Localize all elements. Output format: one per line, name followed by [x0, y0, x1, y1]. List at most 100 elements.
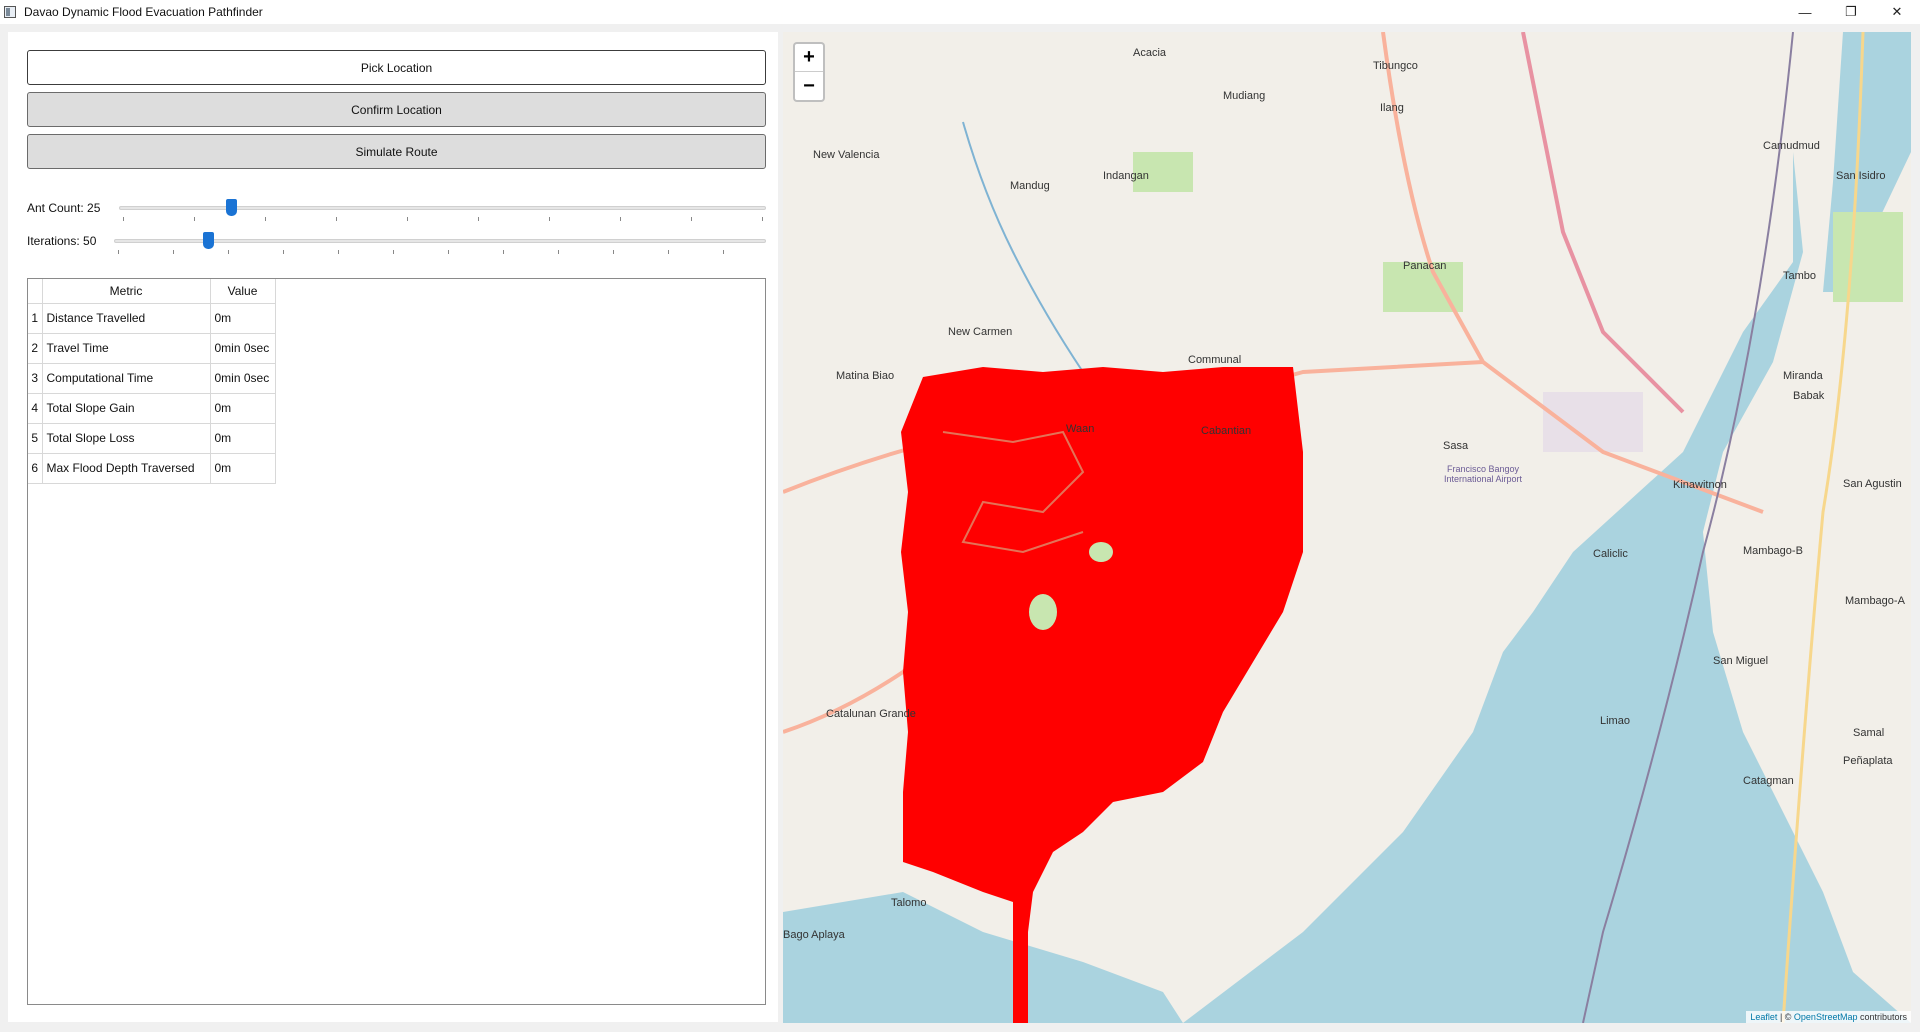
control-panel: Pick Location Confirm Location Simulate … [8, 32, 778, 1022]
table-row[interactable]: 1 Distance Travelled 0m [28, 303, 276, 334]
map-label: Talomo [891, 897, 927, 909]
map-label: Mambago-A [1845, 595, 1905, 607]
iterations-slider-handle[interactable] [203, 232, 214, 249]
tick [407, 217, 408, 221]
column-header-value[interactable]: Value [210, 279, 276, 304]
map-attribution: Leaflet | © OpenStreetMap contributors [1746, 1011, 1911, 1023]
map-label: Matina Biao [836, 370, 895, 382]
map-label: Bago Aplaya [783, 929, 845, 941]
table-row[interactable]: 2 Travel Time 0min 0sec [28, 333, 276, 364]
value-cell[interactable]: 0m [210, 393, 276, 424]
pick-location-button[interactable]: Pick Location [27, 50, 766, 85]
tick [283, 250, 284, 254]
map-label: Mandug [1010, 180, 1050, 192]
map-label: Kinawitnon [1673, 479, 1727, 491]
tick [613, 250, 614, 254]
column-header-metric[interactable]: Metric [42, 279, 211, 304]
metrics-table-container[interactable]: Metric Value 1 Distance Travelled 0m 2 T… [27, 278, 766, 1005]
map-label: Ilang [1380, 102, 1404, 114]
map-label: Camudmud [1763, 140, 1820, 152]
attribution-separator: | © [1777, 1012, 1794, 1022]
value-cell[interactable]: 0m [210, 303, 276, 334]
tick [338, 250, 339, 254]
metric-cell[interactable]: Total Slope Loss [42, 423, 211, 454]
map-label: Francisco Bangoy International Airport [1443, 464, 1523, 484]
tick [194, 217, 195, 221]
value-cell[interactable]: 0min 0sec [210, 333, 276, 364]
map-label: Communal [1188, 354, 1242, 366]
row-index: 6 [28, 453, 43, 484]
map-label: Catagman [1743, 775, 1794, 787]
table-row[interactable]: 5 Total Slope Loss 0m [28, 423, 276, 454]
metric-cell[interactable]: Total Slope Gain [42, 393, 211, 424]
metric-cell[interactable]: Computational Time [42, 363, 211, 394]
map-label: Samal [1853, 727, 1885, 739]
map-label: Indangan [1103, 170, 1149, 182]
tick [723, 250, 724, 254]
ant-count-slider-row: Ant Count: 25 [27, 197, 766, 221]
zoom-control: + − [793, 42, 825, 102]
tick [173, 250, 174, 254]
close-button[interactable]: ✕ [1874, 0, 1920, 24]
map-label: Catalunan Grande [826, 708, 916, 720]
map-label: Mambago-B [1743, 545, 1803, 557]
map-label: Babak [1793, 390, 1825, 402]
tick [691, 217, 692, 221]
tick [336, 217, 337, 221]
map-label: Acacia [1133, 47, 1167, 59]
value-cell[interactable]: 0min 0sec [210, 363, 276, 394]
map-label: San Miguel [1713, 655, 1769, 667]
map-label: Peñaplata [1843, 755, 1893, 767]
table-row[interactable]: 6 Max Flood Depth Traversed 0m [28, 453, 276, 484]
map-label: Limao [1600, 715, 1630, 727]
value-cell[interactable]: 0m [210, 423, 276, 454]
tick [620, 217, 621, 221]
row-index: 2 [28, 333, 43, 364]
table-row[interactable]: 4 Total Slope Gain 0m [28, 393, 276, 424]
map-label: San Isidro [1836, 170, 1886, 182]
map-label: Waan [1066, 423, 1095, 435]
map-label: Miranda [1783, 370, 1823, 382]
table-corner[interactable] [28, 279, 43, 304]
iterations-slider-row: Iterations: 50 [27, 230, 766, 254]
metrics-table: Metric Value 1 Distance Travelled 0m 2 T… [28, 279, 276, 484]
tick [123, 217, 124, 221]
metric-cell[interactable]: Travel Time [42, 333, 211, 364]
tick [228, 250, 229, 254]
value-cell[interactable]: 0m [210, 453, 276, 484]
maximize-button[interactable]: ❐ [1828, 0, 1874, 24]
leaflet-link[interactable]: Leaflet [1750, 1012, 1777, 1022]
flood-gap [1029, 594, 1057, 630]
map-label: Cabantian [1201, 425, 1252, 437]
metric-cell[interactable]: Max Flood Depth Traversed [42, 453, 211, 484]
tick [668, 250, 669, 254]
row-index: 1 [28, 303, 43, 334]
tick [448, 250, 449, 254]
tick [393, 250, 394, 254]
metric-cell[interactable]: Distance Travelled [42, 303, 211, 334]
row-index: 3 [28, 363, 43, 394]
map-label: New Carmen [948, 326, 1013, 338]
simulate-route-button[interactable]: Simulate Route [27, 134, 766, 169]
map-label: Sasa [1443, 440, 1469, 452]
map-label: Tambo [1783, 270, 1817, 282]
table-row[interactable]: 3 Computational Time 0min 0sec [28, 363, 276, 394]
attribution-contributors: contributors [1857, 1012, 1907, 1022]
zoom-out-button[interactable]: − [795, 72, 823, 100]
title-bar: Davao Dynamic Flood Evacuation Pathfinde… [0, 0, 1920, 24]
map-tiles [783, 32, 1911, 1023]
confirm-location-button[interactable]: Confirm Location [27, 92, 766, 127]
window-title: Davao Dynamic Flood Evacuation Pathfinde… [24, 5, 263, 19]
app-icon [4, 6, 16, 18]
park [1833, 212, 1903, 302]
zoom-in-button[interactable]: + [795, 44, 823, 72]
tick [762, 217, 763, 221]
tick [265, 217, 266, 221]
map-view[interactable]: Acacia Tibungco Mudiang Ilang New Valenc… [783, 32, 1911, 1023]
ant-count-track[interactable] [119, 206, 766, 210]
tick [503, 250, 504, 254]
window-controls: — ❐ ✕ [1782, 0, 1920, 24]
ant-count-slider-handle[interactable] [226, 199, 237, 216]
minimize-button[interactable]: — [1782, 0, 1828, 24]
openstreetmap-link[interactable]: OpenStreetMap [1794, 1012, 1858, 1022]
